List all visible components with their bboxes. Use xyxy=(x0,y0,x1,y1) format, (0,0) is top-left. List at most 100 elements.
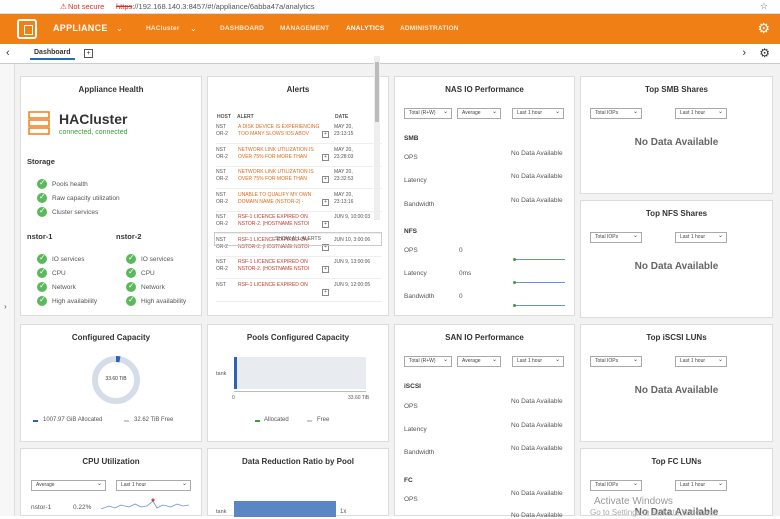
nav-analytics[interactable]: ANALYTICS xyxy=(346,25,384,32)
alert-message[interactable]: RSF-1 LICENCE EXPIRED ON xyxy=(238,282,320,298)
node-label: nstor-1 xyxy=(31,504,52,511)
metric-label: Latency xyxy=(404,177,427,184)
reduction-bar xyxy=(234,501,336,517)
alert-host: NST OR-2 xyxy=(216,259,228,272)
aggregation-select[interactable]: Average xyxy=(457,108,501,119)
check-icon xyxy=(37,295,47,306)
expand-alert-icon[interactable]: + xyxy=(322,288,329,296)
time-range-select[interactable]: Last 1 hour xyxy=(675,356,727,367)
settings-gear-icon[interactable]: ⚙ xyxy=(757,20,770,37)
panel-title: Top SMB Shares xyxy=(645,85,708,94)
pool-free-bar xyxy=(234,357,366,389)
chevron-left-icon[interactable]: ‹ xyxy=(6,47,10,59)
alert-message[interactable]: A DISK DEVICE IS EXPERIENCING TOO MANY S… xyxy=(238,124,320,140)
time-range-select[interactable]: Last 1 hour xyxy=(512,356,564,367)
chevron-right-icon[interactable]: › xyxy=(742,47,746,59)
metric-select[interactable]: Total (R+W) xyxy=(404,108,452,119)
no-data-label: No Data Available xyxy=(634,261,719,272)
alert-row[interactable]: NST OR-2 A DISK DEVICE IS EXPERIENCING TO… xyxy=(216,122,382,144)
no-data-label: No Data Available xyxy=(634,385,719,396)
metric-label: OPS xyxy=(404,154,418,161)
time-range-select[interactable]: Last 1 hour xyxy=(675,108,727,119)
cpu-utilization-panel: CPU Utilization Average Last 1 hour nsto… xyxy=(20,448,202,516)
appliance-logo-icon[interactable] xyxy=(17,19,37,39)
expand-alert-icon[interactable]: + xyxy=(322,198,329,206)
time-range-select[interactable]: Last 1 hour xyxy=(675,480,727,491)
expand-alert-icon[interactable]: + xyxy=(322,153,329,161)
metric-label: OPS xyxy=(404,496,418,503)
show-all-alerts-button[interactable]: SHOW ALL ALERTS xyxy=(214,232,382,246)
chevron-down-icon[interactable]: ⌄ xyxy=(116,24,123,33)
alert-date: MAY 20, 23:28:03 xyxy=(334,146,354,160)
status-label: Raw capacity utilization xyxy=(52,195,120,202)
check-icon xyxy=(126,281,136,292)
metric-select[interactable]: Total IOPs xyxy=(590,232,642,243)
expand-alert-icon[interactable]: + xyxy=(322,176,329,183)
alert-message[interactable]: RSF-1 LICENCE EXPIRED ON NSTOR-2. (HOSTN… xyxy=(238,259,320,275)
metric-select[interactable]: Total IOPs xyxy=(590,480,642,491)
url-text[interactable]: https://192.168.140.3:8457/#!/appliance/… xyxy=(116,0,315,13)
expand-icon[interactable]: › xyxy=(4,302,7,311)
nav-dashboard[interactable]: DASHBOARD xyxy=(220,25,264,32)
status-label: Pools health xyxy=(52,181,88,188)
metric-select[interactable]: Total (R+W) xyxy=(404,356,452,367)
alert-message[interactable]: NETWORK LINK UTILIZATION IS OVER 75% FOR… xyxy=(238,147,320,163)
alert-row[interactable]: NST OR-2 NETWORK LINK UTILIZATION IS OVER… xyxy=(216,167,382,189)
metric-value: 0ms xyxy=(459,270,472,277)
add-tab-icon[interactable]: + xyxy=(84,49,93,58)
expand-alert-icon[interactable]: + xyxy=(322,131,329,138)
nav-administration[interactable]: ADMINISTRATION xyxy=(400,25,459,32)
configured-capacity-panel: Configured Capacity 33.60 TiB 1007.97 Gi… xyxy=(20,324,202,442)
nas-io-panel: NAS IO Performance Total (R+W) Average L… xyxy=(394,76,575,316)
alert-row[interactable]: NST OR-2 RSF-1 LICENCE EXPIRED ON NSTOR-2… xyxy=(216,212,382,234)
axis-tick: 0 xyxy=(232,395,235,401)
status-label: Cluster services xyxy=(52,209,99,216)
expand-alert-icon[interactable]: + xyxy=(322,266,329,273)
alert-date: MAY 20, 23:32:53 xyxy=(334,169,354,182)
pools-capacity-panel: Pools Configured Capacity tank 0 33.60 T… xyxy=(207,324,389,442)
chevron-down-icon[interactable]: ⌄ xyxy=(190,24,197,33)
alert-row[interactable]: NST OR-2 UNABLE TO QUALIFY MY OWN DOMAIN … xyxy=(216,190,382,212)
fc-heading: FC xyxy=(404,477,413,484)
time-range-select[interactable]: Last 1 hour xyxy=(675,232,727,243)
alerts-scrollbar[interactable] xyxy=(374,56,380,220)
status-label: CPU xyxy=(52,270,66,277)
aggregation-select[interactable]: Average xyxy=(457,356,501,367)
check-icon xyxy=(37,267,47,278)
side-collapse-bar[interactable]: › xyxy=(0,64,15,516)
panel-title: CPU Utilization xyxy=(82,457,140,466)
alert-row[interactable]: NST OR-2 NETWORK LINK UTILIZATION IS OVER… xyxy=(216,145,382,167)
alert-date: JUN 9, 13:00:06 xyxy=(334,259,371,265)
dashboard-settings-icon[interactable]: ⚙ xyxy=(759,46,770,60)
scroll-thumb[interactable] xyxy=(375,62,379,122)
browser-address-bar[interactable]: ⚠ Not secure https://192.168.140.3:8457/… xyxy=(0,0,780,14)
alert-date: JUN 9, 10:00:03 xyxy=(334,214,371,220)
aggregation-select[interactable]: Average xyxy=(31,480,106,491)
bookmark-star-icon[interactable]: ☆ xyxy=(760,0,768,13)
panel-title: Configured Capacity xyxy=(71,333,151,342)
metric-label: Bandwidth xyxy=(404,449,435,456)
check-icon xyxy=(37,206,47,217)
time-range-select[interactable]: Last 1 hour xyxy=(116,480,191,491)
nav-management[interactable]: MANAGEMENT xyxy=(280,25,329,32)
alert-message[interactable]: NETWORK LINK UTILIZATION IS OVER 75% FOR… xyxy=(238,169,320,185)
legend-swatch-free xyxy=(124,420,129,422)
metric-select[interactable]: Total IOPs xyxy=(590,356,642,367)
expand-alert-icon[interactable]: + xyxy=(322,221,329,228)
alert-row[interactable]: NST OR-2 RSF-1 LICENCE EXPIRED ON NSTOR-2… xyxy=(216,257,382,279)
no-data-label: No Data Available xyxy=(634,137,719,148)
alert-message[interactable]: RSF-1 LICENCE EXPIRED ON NSTOR-2. (HOSTN… xyxy=(238,214,320,230)
alert-row[interactable]: NST RSF-1 LICENCE EXPIRED ON + JUN 9, 12:00… xyxy=(216,280,382,302)
status-label: IO services xyxy=(52,256,85,263)
alert-message[interactable]: UNABLE TO QUALIFY MY OWN DOMAIN NAME (NS… xyxy=(238,192,320,208)
pool-allocated-bar xyxy=(234,357,237,389)
time-range-select[interactable]: Last 1 hour xyxy=(512,108,564,119)
cluster-selector[interactable]: HACluster xyxy=(146,25,180,32)
metric-label: Bandwidth xyxy=(404,201,435,208)
check-icon xyxy=(37,281,47,292)
appliance-menu[interactable]: APPLIANCE xyxy=(53,23,108,33)
metric-select[interactable]: Total IOPs xyxy=(590,108,642,119)
col-host: HOST xyxy=(217,114,231,120)
alert-date: JUN 9, 12:00:05 xyxy=(334,281,371,288)
tab-dashboard[interactable]: Dashboard xyxy=(30,47,75,60)
